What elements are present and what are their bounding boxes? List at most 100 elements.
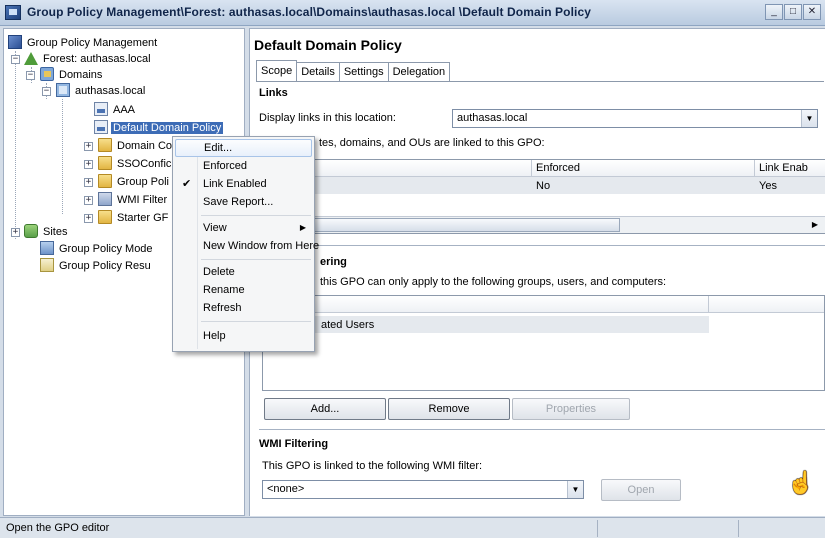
- expand-domain-controllers-icon[interactable]: +: [84, 142, 93, 151]
- expand-wmi-filters-icon[interactable]: +: [84, 196, 93, 205]
- tab-settings[interactable]: Settings: [338, 62, 389, 81]
- tree-item-starter-gpos[interactable]: Starter GF: [98, 210, 170, 226]
- tree-item-ssoconfig[interactable]: SSOConfic: [98, 156, 173, 172]
- close-button[interactable]: ✕: [803, 4, 821, 20]
- menu-item-rename[interactable]: Rename: [175, 281, 312, 299]
- section-divider: [259, 429, 825, 430]
- ou-folder-icon: [98, 156, 112, 170]
- links-table[interactable]: Enforced Link Enab ocal No Yes ▶: [259, 159, 825, 234]
- tree-item-gp-results[interactable]: Group Policy Resu: [40, 258, 153, 274]
- menu-item-edit[interactable]: Edit...: [175, 139, 312, 157]
- menu-separator: [201, 259, 311, 260]
- security-filtering-heading: ering: [320, 256, 347, 268]
- maximize-button[interactable]: □: [784, 4, 802, 20]
- context-menu: Edit... Enforced ✔ Link Enabled Save Rep…: [172, 136, 319, 352]
- menu-item-link-enabled[interactable]: ✔ Link Enabled: [175, 175, 312, 193]
- menu-separator: [201, 321, 311, 322]
- tree-item-gp-modeling[interactable]: Group Policy Mode: [40, 241, 155, 257]
- wmi-filtering-heading: WMI Filtering: [259, 438, 329, 450]
- column-header-secondary[interactable]: [709, 296, 824, 313]
- collapse-domain-icon[interactable]: −: [42, 87, 51, 96]
- link-enabled-cell: Yes: [759, 180, 777, 192]
- modeling-icon: [40, 241, 54, 255]
- status-text: Open the GPO editor: [6, 522, 110, 534]
- display-links-label: Display links in this location:: [259, 112, 396, 124]
- dropdown-arrow-icon[interactable]: ▼: [801, 110, 817, 127]
- window-title: Group Policy Management\Forest: authasas…: [27, 5, 592, 19]
- links-heading: Links: [259, 87, 288, 99]
- links-location-value: authasas.local: [457, 112, 528, 124]
- tab-strip: Scope Details Settings Delegation: [256, 60, 451, 82]
- link-enforced-cell: No: [536, 180, 551, 192]
- column-header-enforced[interactable]: Enforced: [532, 160, 755, 177]
- tree-item-forest[interactable]: Forest: authasas.local: [24, 51, 153, 67]
- dropdown-arrow-icon[interactable]: ▼: [567, 481, 583, 498]
- minimize-button[interactable]: _: [765, 4, 783, 20]
- wmi-filtering-description: This GPO is linked to the following WMI …: [262, 460, 483, 472]
- tree-item-sites[interactable]: Sites: [24, 224, 69, 240]
- menu-item-refresh[interactable]: Refresh: [175, 299, 312, 317]
- tab-details[interactable]: Details: [296, 62, 340, 81]
- status-panel: [597, 520, 598, 537]
- gpo-link-icon: [94, 120, 108, 134]
- wmi-filter-value: <none>: [267, 483, 305, 495]
- section-divider: [259, 245, 825, 246]
- remove-button[interactable]: Remove: [388, 398, 510, 420]
- collapse-forest-icon[interactable]: −: [11, 55, 20, 64]
- menu-item-view-label: View: [203, 222, 227, 234]
- menu-item-delete[interactable]: Delete: [175, 263, 312, 281]
- column-header-name[interactable]: [263, 296, 709, 313]
- menu-item-help[interactable]: Help: [175, 327, 312, 345]
- menu-item-enforced[interactable]: Enforced: [175, 157, 312, 175]
- links-horizontal-scrollbar[interactable]: ▶: [260, 216, 825, 233]
- submenu-arrow-icon: ▶: [299, 223, 306, 232]
- gpo-title: Default Domain Policy: [254, 37, 402, 53]
- tab-delegation[interactable]: Delegation: [387, 62, 451, 81]
- expand-ssoconfig-icon[interactable]: +: [84, 160, 93, 169]
- tree-item-default-domain-policy[interactable]: Default Domain Policy: [94, 120, 224, 136]
- open-button[interactable]: Open: [601, 479, 681, 501]
- tree-item-domains[interactable]: Domains: [40, 67, 104, 83]
- security-filtering-list[interactable]: ated Users: [262, 295, 825, 391]
- add-button[interactable]: Add...: [264, 398, 386, 420]
- menu-item-link-enabled-label: Link Enabled: [203, 178, 267, 190]
- tab-scope[interactable]: Scope: [256, 60, 298, 81]
- properties-button[interactable]: Properties: [512, 398, 630, 420]
- group-policy-management-icon: [8, 35, 22, 49]
- expand-gpo-container-icon[interactable]: +: [84, 178, 93, 187]
- tree-item-gpm-root[interactable]: Group Policy Management: [8, 35, 159, 51]
- tree-item-domain-controllers[interactable]: Domain Co: [98, 138, 174, 154]
- tree-connector: [15, 51, 16, 239]
- tree-item-group-policy-objects[interactable]: Group Poli: [98, 174, 171, 190]
- column-header-link-enabled[interactable]: Link Enab: [755, 160, 825, 177]
- wmi-filter-combo[interactable]: <none> ▼: [262, 480, 584, 499]
- links-description: tes, domains, and OUs are linked to this…: [319, 137, 545, 149]
- expand-sites-icon[interactable]: +: [11, 228, 20, 237]
- tree-connector: [62, 99, 63, 214]
- details-pane: Default Domain Policy Scope Details Sett…: [249, 28, 825, 516]
- status-bar: Open the GPO editor: [0, 517, 825, 538]
- starter-gpo-folder-icon: [98, 210, 112, 224]
- forest-icon: [24, 52, 38, 65]
- tab-underline: [256, 81, 824, 82]
- sites-icon: [24, 224, 38, 238]
- links-location-combo[interactable]: authasas.local ▼: [452, 109, 818, 128]
- results-icon: [40, 258, 54, 272]
- wmi-filter-icon: [98, 192, 112, 206]
- menu-separator: [201, 215, 311, 216]
- tree-item-authasas-local[interactable]: authasas.local: [56, 83, 147, 99]
- scroll-right-icon[interactable]: ▶: [807, 217, 823, 233]
- menu-item-new-window[interactable]: New Window from Here: [175, 237, 319, 255]
- hand-cursor-icon: ☝: [787, 470, 815, 495]
- tree-item-aaa[interactable]: AAA: [94, 102, 137, 118]
- checkmark-icon: ✔: [182, 178, 192, 190]
- domains-icon: [40, 67, 54, 81]
- title-bar: Group Policy Management\Forest: authasas…: [0, 0, 825, 26]
- menu-item-save-report[interactable]: Save Report...: [175, 193, 312, 211]
- collapse-domains-icon[interactable]: −: [26, 71, 35, 80]
- tree-item-wmi-filters[interactable]: WMI Filter: [98, 192, 169, 208]
- ou-folder-icon: [98, 138, 112, 152]
- expand-starter-gpos-icon[interactable]: +: [84, 214, 93, 223]
- gpo-folder-icon: [98, 174, 112, 188]
- menu-item-view[interactable]: View ▶: [175, 219, 312, 237]
